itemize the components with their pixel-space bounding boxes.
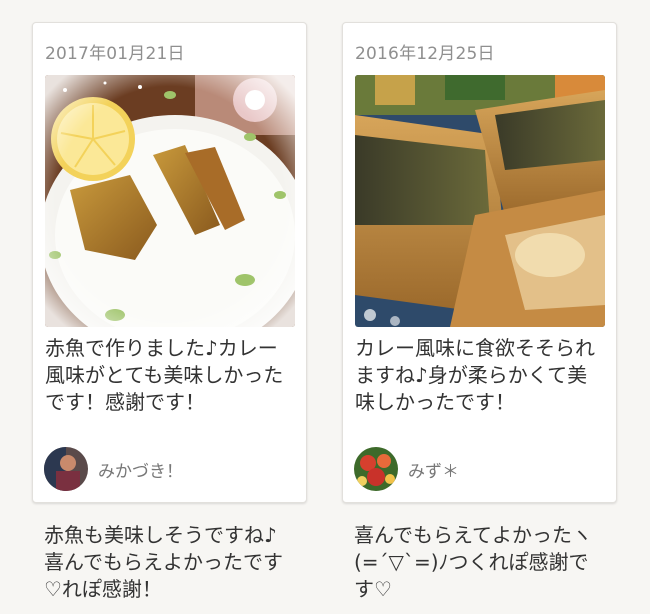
fried-fish-plate-photo-icon bbox=[45, 75, 295, 327]
author-name[interactable]: みかづき！ bbox=[98, 457, 183, 482]
author-reply: 赤魚も美味しそうですね♪喜んでもらえよかったです♡れぽ感謝！ bbox=[44, 523, 283, 601]
author[interactable]: みず＊ bbox=[354, 446, 459, 492]
fried-fish-closeup-photo-icon bbox=[355, 75, 605, 327]
tsukurepo-card[interactable]: 2016年12月25日 カレー風味に食欲そそられますね♪身が柔らかくて美味しかっ… bbox=[342, 22, 617, 503]
report-date: 2017年01月21日 bbox=[45, 44, 185, 64]
report-comment: 赤魚で作りました♪カレー風味がとても美味しかったです！感謝です！ bbox=[45, 336, 284, 414]
report-photo[interactable] bbox=[355, 75, 605, 327]
flower-avatar-icon[interactable] bbox=[354, 447, 398, 491]
report-column-1: 2017年01月21日 赤魚で作りました♪カレー風味がとても美味しかったです！感… bbox=[32, 22, 307, 601]
report-photo[interactable] bbox=[45, 75, 295, 327]
author-name[interactable]: みず＊ bbox=[408, 457, 459, 482]
user-avatar-icon[interactable] bbox=[44, 447, 88, 491]
report-column-2: 2016年12月25日 カレー風味に食欲そそられますね♪身が柔らかくて美味しかっ… bbox=[342, 22, 617, 601]
report-date: 2016年12月25日 bbox=[355, 44, 495, 64]
report-comment: カレー風味に食欲そそられますね♪身が柔らかくて美味しかったです！ bbox=[355, 336, 595, 414]
tsukurepo-card[interactable]: 2017年01月21日 赤魚で作りました♪カレー風味がとても美味しかったです！感… bbox=[32, 22, 307, 503]
author[interactable]: みかづき！ bbox=[44, 446, 183, 492]
author-reply: 喜んでもらえてよかったヽ(=´▽`=)ﾉつくれぽ感謝です♡ bbox=[354, 523, 592, 601]
